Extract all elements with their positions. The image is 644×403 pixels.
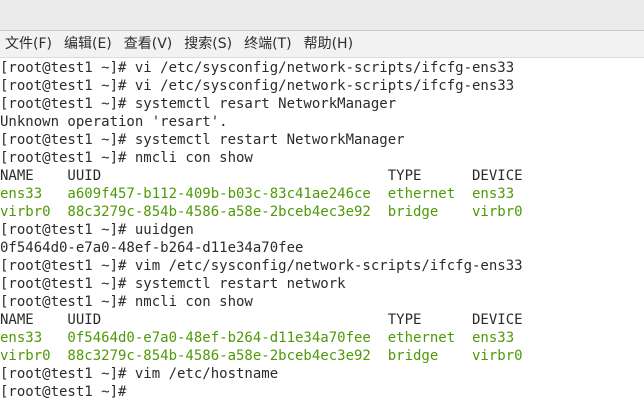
terminal-output[interactable]: [root@test1 ~]# vi /etc/sysconfig/networ… (0, 59, 644, 403)
menu-file[interactable]: 文件(F) (0, 31, 58, 57)
menu-view[interactable]: 查看(V) (118, 31, 179, 57)
terminal-line: virbr0 88c3279c-854b-4586-a58e-2bceb4ec3… (0, 347, 644, 365)
terminal-text: [root@test1 ~]# vi /etc/sysconfig/networ… (0, 60, 515, 76)
text-cursor (135, 384, 143, 399)
terminal-line: [root@test1 ~]# vi /etc/sysconfig/networ… (0, 59, 644, 77)
menu-search[interactable]: 搜索(S) (178, 31, 238, 57)
menu-help[interactable]: 帮助(H) (298, 31, 359, 57)
terminal-text: NAME UUID TYPE DEVICE (0, 168, 523, 184)
terminal-text: [root@test1 ~]# vim /etc/hostname (0, 366, 279, 382)
menu-terminal[interactable]: 终端(T) (238, 31, 297, 57)
terminal-line: [root@test1 ~]# nmcli con show (0, 293, 644, 311)
terminal-text: 0f5464d0-e7a0-48ef-b264-d11e34a70fee (0, 240, 304, 256)
terminal-text: Unknown operation 'resart'. (0, 114, 228, 130)
terminal-text: [root@test1 ~]# systemctl restart Networ… (0, 132, 405, 148)
menu-edit[interactable]: 编辑(E) (58, 31, 118, 57)
terminal-text: [root@test1 ~]# systemctl resart Network… (0, 96, 397, 112)
terminal-line: Unknown operation 'resart'. (0, 113, 644, 131)
terminal-text: [root@test1 ~]# (0, 384, 135, 400)
terminal-line: ens33 a609f457-b112-409b-b03c-83c41ae246… (0, 185, 644, 203)
terminal-line: 0f5464d0-e7a0-48ef-b264-d11e34a70fee (0, 239, 644, 257)
terminal-line: [root@test1 ~]# systemctl restart networ… (0, 275, 644, 293)
terminal-line: NAME UUID TYPE DEVICE (0, 311, 644, 329)
terminal-line: virbr0 88c3279c-854b-4586-a58e-2bceb4ec3… (0, 203, 644, 221)
terminal-line: [root@test1 ~]# uuidgen (0, 221, 644, 239)
terminal-text: NAME UUID TYPE DEVICE (0, 312, 523, 328)
terminal-line: NAME UUID TYPE DEVICE (0, 167, 644, 185)
terminal-text: [root@test1 ~]# systemctl restart networ… (0, 276, 346, 292)
terminal-text: [root@test1 ~]# uuidgen (0, 222, 194, 238)
terminal-text: [root@test1 ~]# nmcli con show (0, 150, 253, 166)
terminal-line: [root@test1 ~]# vi /etc/sysconfig/networ… (0, 77, 644, 95)
terminal-line: [root@test1 ~]# systemctl restart Networ… (0, 131, 644, 149)
terminal-line: ens33 0f5464d0-e7a0-48ef-b264-d11e34a70f… (0, 329, 644, 347)
terminal-text: [root@test1 ~]# vi /etc/sysconfig/networ… (0, 78, 515, 94)
terminal-line: [root@test1 ~]# vim /etc/hostname (0, 365, 644, 383)
title-bar[interactable] (0, 0, 644, 31)
terminal-line: [root@test1 ~]# nmcli con show (0, 149, 644, 167)
terminal-text: [root@test1 ~]# vim /etc/sysconfig/netwo… (0, 258, 523, 274)
terminal-text: virbr0 88c3279c-854b-4586-a58e-2bceb4ec3… (0, 204, 523, 220)
terminal-text: ens33 a609f457-b112-409b-b03c-83c41ae246… (0, 186, 515, 202)
terminal-text: virbr0 88c3279c-854b-4586-a58e-2bceb4ec3… (0, 348, 523, 364)
terminal-line: [root@test1 ~]# vim /etc/sysconfig/netwo… (0, 257, 644, 275)
terminal-line: [root@test1 ~]# systemctl resart Network… (0, 95, 644, 113)
terminal-window: 文件(F) 编辑(E) 查看(V) 搜索(S) 终端(T) 帮助(H) [roo… (0, 0, 644, 403)
terminal-text: ens33 0f5464d0-e7a0-48ef-b264-d11e34a70f… (0, 330, 515, 346)
terminal-text: [root@test1 ~]# nmcli con show (0, 294, 253, 310)
terminal-line: [root@test1 ~]# (0, 383, 644, 401)
menu-bar: 文件(F) 编辑(E) 查看(V) 搜索(S) 终端(T) 帮助(H) (0, 31, 644, 58)
